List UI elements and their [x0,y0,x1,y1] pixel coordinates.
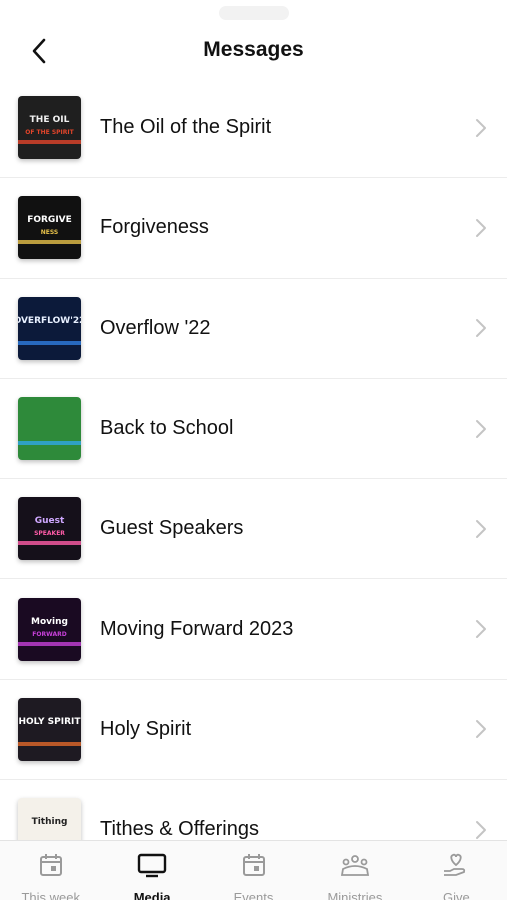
message-series-row[interactable]: HOLY SPIRIT Holy Spirit [0,680,507,781]
calendar-icon [36,851,66,884]
header: Messages [0,0,507,78]
thumbnail-text: SPEAKER [34,530,65,537]
chevron-right-icon [476,620,486,639]
chevron-right-icon [476,319,486,338]
message-series-list: THE OIL OF THE SPIRIT The Oil of the Spiri… [0,78,507,840]
thumbnail-text: Guest [35,516,65,526]
message-series-row[interactable]: FORGIVE NESS Forgiveness [0,178,507,279]
chevron-right-icon [476,118,486,137]
series-title: Back to School [100,417,234,440]
bottom-tab-bar: This week Media Events Ministries Give [0,840,507,900]
series-title: Holy Spirit [100,717,192,740]
thumbnail-text: HOLY SPIRIT [18,717,81,727]
chevron-right-icon [476,519,486,538]
series-thumbnail: OVERFLOW'22 [18,296,81,360]
message-series-row[interactable]: Back to School [0,379,507,480]
message-series-row[interactable]: Guest SPEAKER Guest Speakers [0,479,507,580]
chevron-right-icon [476,419,486,438]
series-title: Forgiveness [100,216,209,239]
tab-label: Events [233,890,274,900]
tab-media[interactable]: Media [101,841,202,900]
series-title: The Oil of the Spirit [100,116,272,139]
message-series-row[interactable]: THE OIL OF THE SPIRIT The Oil of the Spiri… [0,78,507,179]
page-title: Messages [203,38,304,61]
tab-label: Give [442,890,470,900]
tab-give[interactable]: Give [406,841,507,900]
people-icon [340,851,370,884]
message-series-row[interactable]: OVERFLOW'22 Overflow '22 [0,279,507,379]
series-title: Moving Forward 2023 [100,617,294,640]
series-thumbnail: Guest SPEAKER [18,497,81,561]
tab-label: Media [133,890,171,900]
series-title: Overflow '22 [100,316,211,339]
chevron-right-icon [476,820,486,839]
tab-this-week[interactable]: This week [0,841,101,900]
thumbnail-text: OF THE SPIRIT [25,129,74,136]
series-title: Tithes & Offerings [100,818,259,840]
message-series-row[interactable]: Moving FORWARD Moving Forward 2023 [0,579,507,680]
calendar-icon [239,851,269,884]
heart-hand-icon [441,851,471,884]
thumbnail-text: OVERFLOW'22 [18,316,81,326]
tab-label: This week [21,890,80,900]
series-thumbnail: THE OIL OF THE SPIRIT [18,96,81,160]
thumbnail-text: THE OIL [30,115,70,125]
series-thumbnail: Tithing [18,798,81,840]
series-title: Guest Speakers [100,517,244,540]
thumbnail-text: Moving [31,617,68,627]
chevron-right-icon [476,720,486,739]
series-thumbnail: FORGIVE NESS [18,196,81,260]
series-thumbnail [18,397,81,461]
tab-label: Ministries [327,890,383,900]
tv-icon [137,851,167,884]
series-thumbnail: HOLY SPIRIT [18,697,81,761]
series-thumbnail: Moving FORWARD [18,597,81,661]
message-series-row[interactable]: Tithing Tithes & Offerings [0,780,507,840]
thumbnail-text: NESS [41,229,59,236]
thumbnail-text: FORWARD [32,631,66,638]
tab-ministries[interactable]: Ministries [304,841,405,900]
tab-events[interactable]: Events [203,841,304,900]
thumbnail-text: FORGIVE [27,215,72,225]
chevron-right-icon [476,218,486,237]
thumbnail-text: Tithing [32,817,68,827]
